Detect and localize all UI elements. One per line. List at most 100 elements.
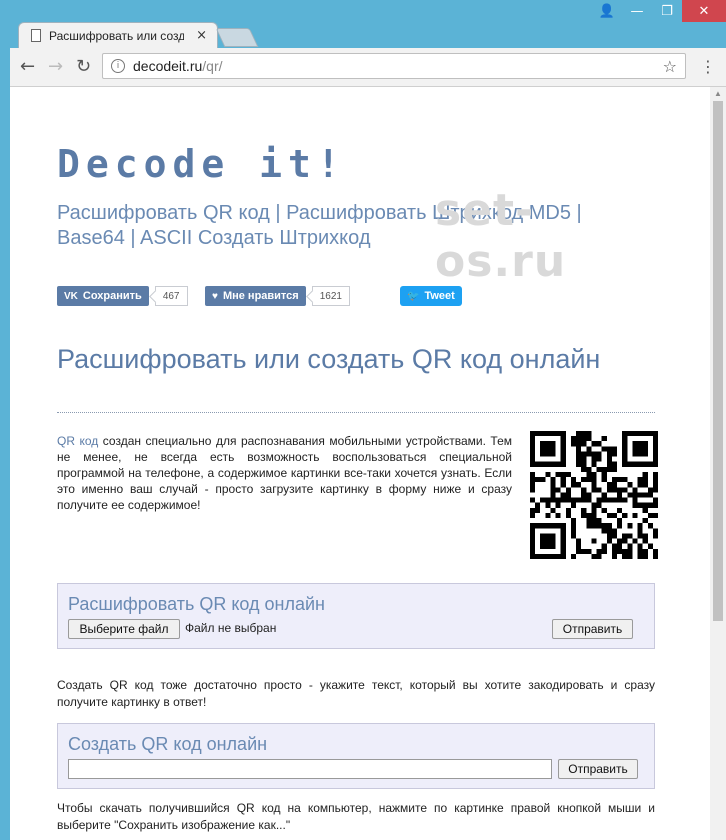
- qr-module: [545, 471, 551, 478]
- address-bar[interactable]: i decodeit.ru/qr/ ☆: [102, 53, 686, 79]
- vk-save-button[interactable]: VK Сохранить: [57, 286, 149, 306]
- qr-module: [591, 518, 597, 524]
- qr-module: [535, 477, 541, 483]
- qr-module: [591, 471, 597, 478]
- minimize-button[interactable]: —: [622, 0, 652, 22]
- qr-module: [632, 502, 638, 508]
- qr-module: [637, 533, 643, 539]
- qr-module: [596, 451, 602, 457]
- tab-close-icon[interactable]: ×: [196, 28, 207, 43]
- qr-module: [560, 492, 566, 498]
- qr-module: [565, 492, 571, 498]
- qr-module: [601, 471, 607, 478]
- qr-module: [647, 492, 653, 498]
- qr-module: [576, 456, 582, 462]
- qr-module: [596, 497, 602, 503]
- qr-module: [611, 477, 618, 483]
- qr-module: [591, 507, 597, 513]
- close-window-button[interactable]: ✕: [682, 0, 726, 22]
- qr-module: [570, 523, 577, 529]
- qr-module: [565, 471, 571, 478]
- qr-module: [581, 431, 587, 437]
- vertical-scrollbar[interactable]: ▲: [710, 87, 726, 840]
- qr-module: [647, 512, 653, 519]
- qr-module: [591, 441, 597, 447]
- qr-module: [550, 492, 556, 498]
- qr-module: [642, 548, 648, 554]
- scroll-up-icon[interactable]: ▲: [714, 89, 722, 98]
- like-button[interactable]: ♥ Мне нравится: [205, 286, 306, 306]
- qr-module: [555, 487, 561, 493]
- qr-module: [530, 471, 536, 478]
- qr-module: [530, 487, 536, 493]
- qr-module: [581, 497, 587, 503]
- qr-module: [632, 487, 638, 493]
- qr-module: [586, 436, 592, 442]
- qr-module: [652, 471, 658, 478]
- qr-module: [586, 512, 592, 519]
- qr-module: [611, 451, 618, 457]
- qr-module: [586, 523, 592, 529]
- qr-module: [581, 507, 587, 513]
- tweet-button[interactable]: 🐦 Tweet: [400, 286, 462, 306]
- new-tab-button[interactable]: [215, 28, 259, 47]
- qr-module: [535, 507, 541, 513]
- qr-module: [637, 502, 643, 508]
- qr-module: [591, 538, 597, 544]
- qr-module: [611, 528, 618, 534]
- tab-title: Расшифровать или созд: [49, 28, 184, 43]
- qr-text-input[interactable]: [68, 759, 552, 779]
- qr-module: [601, 466, 607, 472]
- qr-module: [586, 466, 592, 472]
- qr-module: [540, 497, 546, 503]
- qr-module: [611, 446, 618, 452]
- bookmark-star-icon[interactable]: ☆: [663, 57, 677, 76]
- qr-module: [642, 477, 648, 483]
- info-icon[interactable]: i: [111, 59, 125, 73]
- qr-code-image: [530, 431, 658, 559]
- page-viewport: Decode it! Расшифровать QR код | Расшифр…: [10, 87, 726, 840]
- qr-module: [601, 548, 607, 554]
- back-icon[interactable]: ←: [20, 56, 35, 77]
- qr-module: [642, 533, 648, 539]
- url-text[interactable]: decodeit.ru/qr/: [133, 58, 663, 74]
- site-logo[interactable]: Decode it!: [57, 142, 346, 186]
- qr-module: [627, 533, 633, 539]
- qr-module: [652, 548, 658, 554]
- qr-module: [591, 477, 597, 483]
- qr-module: [606, 466, 612, 472]
- qr-module: [601, 523, 607, 529]
- choose-file-button[interactable]: Выберите файл: [68, 619, 180, 639]
- intro-text: создан специально для распознавания моби…: [57, 434, 512, 512]
- forward-icon[interactable]: →: [48, 56, 63, 77]
- reload-icon[interactable]: ↻: [76, 56, 91, 77]
- menu-icon[interactable]: ⋮: [700, 57, 716, 76]
- url-path: /qr/: [202, 58, 223, 74]
- qr-module: [591, 512, 597, 519]
- qr-module: [560, 497, 566, 503]
- create-submit-button[interactable]: Отправить: [558, 759, 638, 779]
- qr-module: [530, 482, 536, 488]
- qr-module: [560, 477, 566, 483]
- maximize-button[interactable]: ❐: [652, 0, 682, 22]
- qr-module: [622, 487, 628, 493]
- tweet-share: 🐦 Tweet: [400, 286, 462, 306]
- scroll-thumb[interactable]: [713, 101, 723, 621]
- qr-module: [570, 533, 577, 539]
- qr-module: [540, 441, 556, 457]
- decode-submit-button[interactable]: Отправить: [552, 619, 633, 639]
- qr-module: [637, 548, 643, 554]
- qr-module: [606, 538, 612, 544]
- qr-code-link[interactable]: QR код: [57, 434, 98, 448]
- intro-paragraph: QR код создан специально для распознаван…: [57, 433, 512, 513]
- qr-module: [576, 548, 582, 554]
- like-share: ♥ Мне нравится 1621: [205, 286, 350, 306]
- user-icon[interactable]: 👤: [592, 0, 622, 22]
- qr-module: [570, 502, 577, 508]
- qr-module: [586, 518, 592, 524]
- qr-module: [632, 538, 638, 544]
- qr-module: [576, 441, 582, 447]
- qr-module: [652, 477, 658, 483]
- browser-tab[interactable]: Расшифровать или созд ×: [18, 22, 218, 48]
- qr-module: [606, 461, 612, 467]
